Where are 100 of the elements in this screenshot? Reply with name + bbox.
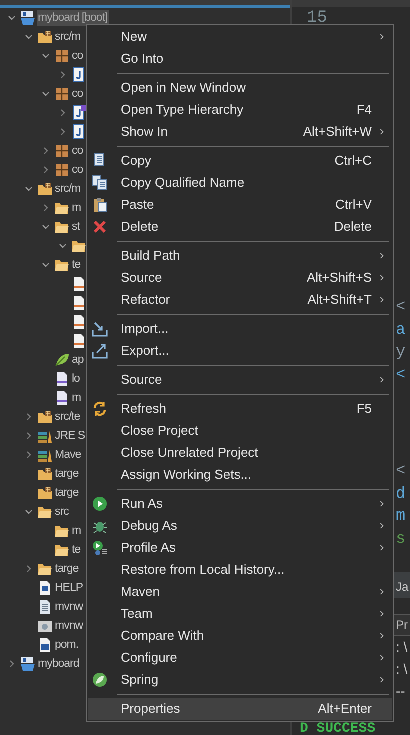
run-icon — [92, 496, 108, 512]
tree-item[interactable]: te — [71, 542, 82, 558]
project-icon — [20, 10, 36, 26]
code-text: < — [396, 297, 406, 318]
html-file-icon — [71, 276, 87, 292]
menu-item[interactable]: Close Project — [88, 420, 392, 442]
tree-item[interactable]: mvnw — [54, 598, 84, 614]
html-file-icon — [71, 332, 87, 348]
line-number: 15 — [307, 9, 328, 29]
tree-item[interactable]: mvnw — [54, 618, 84, 634]
refresh-icon — [92, 401, 108, 417]
menu-item[interactable]: Import... — [88, 318, 392, 340]
code-text: y — [396, 342, 406, 363]
tree-item[interactable]: targe — [54, 466, 80, 482]
menu-item[interactable]: Build Path — [88, 245, 392, 267]
project-icon — [20, 656, 36, 672]
tree-item[interactable]: pom. — [54, 636, 80, 652]
menu-item[interactable]: Maven — [88, 581, 392, 603]
tree-item[interactable]: st — [71, 218, 81, 234]
tree-item[interactable]: src — [54, 504, 70, 520]
package-icon — [54, 162, 70, 178]
tree-item[interactable]: targe — [54, 560, 80, 576]
export-icon — [92, 343, 108, 359]
tree-item[interactable]: te — [71, 256, 82, 272]
menu-item[interactable]: Source — [88, 369, 392, 391]
source-folder-icon — [37, 466, 53, 482]
tree-item[interactable]: m — [71, 200, 82, 216]
html-file-icon — [71, 314, 87, 330]
menu-item[interactable]: Open Type Hierarchy F4 — [88, 99, 392, 121]
paste-icon — [92, 197, 108, 213]
menu-item[interactable]: Properties Alt+Enter — [88, 698, 392, 720]
view-tab[interactable]: Ja — [396, 576, 409, 598]
menu-item[interactable]: Close Unrelated Project — [88, 442, 392, 464]
source-folder-icon — [37, 408, 53, 424]
console-line: : \ — [396, 638, 408, 657]
menu-item[interactable]: Refactor Alt+Shift+T — [88, 289, 392, 311]
xml-file-icon — [54, 390, 70, 406]
tree-item[interactable]: src/m — [54, 180, 82, 196]
code-text: s — [396, 528, 406, 550]
spring-icon — [92, 672, 108, 688]
delete-icon — [92, 219, 108, 235]
console-line: : \ — [396, 660, 408, 679]
menu-item[interactable]: New — [88, 26, 392, 48]
console-line: -- — [396, 682, 406, 701]
tree-item[interactable]: co — [71, 48, 84, 64]
tree-item[interactable]: Mave — [54, 446, 82, 462]
tree-item[interactable]: targe — [54, 484, 80, 500]
menu-item[interactable]: Run As — [88, 493, 392, 515]
java-file-icon — [71, 66, 87, 82]
java-file-icon — [71, 124, 87, 140]
menu-item[interactable]: Team — [88, 603, 392, 625]
menu-item[interactable]: Assign Working Sets... — [88, 464, 392, 486]
package-icon — [54, 48, 70, 64]
code-text: m — [396, 506, 406, 527]
tree-item[interactable]: m — [71, 390, 82, 406]
tree-item[interactable]: myboard — [37, 656, 80, 672]
menu-item[interactable]: Debug As — [88, 515, 392, 537]
document-icon — [37, 580, 53, 596]
menu-item[interactable]: Paste Ctrl+V — [88, 194, 392, 216]
tree-item[interactable]: co — [71, 86, 84, 102]
tree-item[interactable]: HELP — [54, 580, 84, 596]
copy-icon — [92, 175, 108, 191]
menu-item[interactable]: Profile As — [88, 537, 392, 559]
xml-file-icon — [54, 370, 70, 386]
tree-item[interactable]: JRE S — [54, 428, 86, 444]
menu-item[interactable]: Spring — [88, 669, 392, 691]
menu-item[interactable]: Copy Ctrl+C — [88, 150, 392, 172]
java-file-icon — [71, 104, 87, 120]
html-file-icon — [71, 294, 87, 310]
tree-item[interactable]: m — [71, 522, 82, 538]
menu-item[interactable]: Export... — [88, 340, 392, 362]
tree-item[interactable]: co — [71, 162, 84, 178]
menu-item[interactable]: Configure — [88, 647, 392, 669]
menu-item[interactable]: Copy Qualified Name — [88, 172, 392, 194]
source-folder-icon — [37, 28, 53, 44]
source-folder-icon — [37, 180, 53, 196]
build-status: D SUCCESS — [300, 724, 377, 735]
tree-item[interactable]: src/m — [54, 28, 82, 44]
source-folder-icon — [37, 484, 53, 500]
tree-item[interactable]: co — [71, 142, 84, 158]
text-file-icon — [37, 598, 53, 614]
tree-item[interactable]: myboard [boot] — [37, 10, 109, 26]
code-text: a — [396, 320, 406, 340]
menu-item[interactable]: Restore from Local History... — [88, 559, 392, 581]
menu-item[interactable]: Refresh F5 — [88, 398, 392, 420]
menu-item[interactable]: Show In Alt+Shift+W — [88, 121, 392, 143]
code-text: < — [396, 364, 406, 386]
code-text: d — [396, 484, 406, 504]
menu-item[interactable]: Delete Delete — [88, 216, 392, 238]
tree-item[interactable]: lo — [71, 370, 81, 386]
menu-item[interactable]: Source Alt+Shift+S — [88, 267, 392, 289]
package-icon — [54, 142, 70, 158]
profile-icon — [92, 540, 108, 556]
import-icon — [92, 321, 108, 337]
tree-item[interactable]: src/te — [54, 408, 82, 424]
tree-item[interactable]: ap — [71, 352, 85, 368]
menu-item[interactable]: Go Into — [88, 48, 392, 70]
package-icon — [54, 86, 70, 102]
menu-item[interactable]: Compare With — [88, 625, 392, 647]
menu-item[interactable]: Open in New Window — [88, 77, 392, 99]
